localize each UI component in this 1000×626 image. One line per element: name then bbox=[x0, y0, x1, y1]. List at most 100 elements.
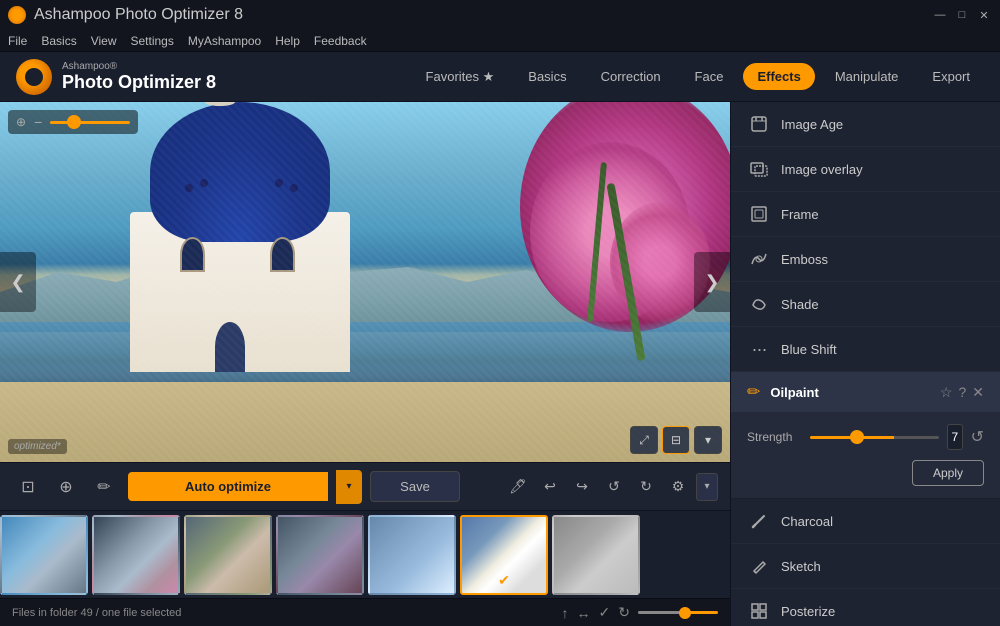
filmstrip-thumb-6[interactable]: ✔ bbox=[460, 515, 548, 595]
rotate-left-button[interactable]: ↺ bbox=[600, 473, 628, 501]
auto-optimize-dropdown[interactable]: ▾ bbox=[336, 470, 362, 504]
strength-slider[interactable] bbox=[810, 436, 939, 439]
status-check-icon[interactable]: ✓ bbox=[599, 604, 611, 621]
window-controls: — □ ✕ bbox=[932, 7, 992, 23]
brand-name-small: Ashampoo® bbox=[62, 61, 216, 72]
tab-face[interactable]: Face bbox=[681, 63, 738, 90]
close-button[interactable]: ✕ bbox=[976, 7, 992, 23]
effect-sketch[interactable]: Sketch bbox=[731, 544, 1000, 589]
posterize-icon bbox=[747, 599, 771, 623]
canvas-photo bbox=[0, 102, 730, 462]
statusbar: Files in folder 49 / one file selected ↑… bbox=[0, 598, 730, 626]
blue-shift-icon: ··· bbox=[747, 337, 771, 361]
header: Ashampoo® Photo Optimizer 8 Favorites ★ … bbox=[0, 52, 1000, 102]
menu-file[interactable]: File bbox=[8, 34, 27, 48]
brush-tool[interactable]: 🖊 bbox=[504, 473, 532, 501]
oilpaint-info-icon[interactable]: ? bbox=[958, 384, 966, 400]
maximize-button[interactable]: □ bbox=[954, 7, 970, 23]
redo-button[interactable]: ↪ bbox=[568, 473, 596, 501]
minimize-button[interactable]: — bbox=[932, 7, 948, 23]
main-layout: ⊕ − ❮ ❯ optimized* ⤢ ⊟ ▾ ⊡ ⊕ ✏ Auto opti… bbox=[0, 102, 1000, 626]
zoom-minus[interactable]: − bbox=[34, 114, 42, 130]
menu-view[interactable]: View bbox=[91, 34, 117, 48]
save-button[interactable]: Save bbox=[370, 471, 460, 502]
view-mode-button[interactable]: ⊟ bbox=[662, 426, 690, 454]
status-slider[interactable] bbox=[638, 611, 718, 614]
status-expand-icon[interactable]: ↔ bbox=[577, 605, 591, 621]
more-button[interactable]: ▾ bbox=[696, 473, 718, 501]
oilpaint-controls: Strength 7 ↺ Apply bbox=[731, 412, 1000, 498]
zoom-icon: ⊕ bbox=[16, 115, 26, 129]
tab-effects[interactable]: Effects bbox=[743, 63, 814, 90]
menu-basics[interactable]: Basics bbox=[41, 34, 76, 48]
add-button[interactable]: ⊕ bbox=[50, 471, 82, 503]
tool-icons: ⊡ ⊕ ✏ bbox=[12, 471, 120, 503]
effect-posterize[interactable]: Posterize bbox=[731, 589, 1000, 626]
brand-logo-inner bbox=[25, 68, 43, 86]
shade-icon bbox=[747, 292, 771, 316]
rotate-right-button[interactable]: ↻ bbox=[632, 473, 660, 501]
frame-label: Frame bbox=[781, 207, 819, 222]
emboss-icon bbox=[747, 247, 771, 271]
undo-button[interactable]: ↩ bbox=[536, 473, 564, 501]
effect-frame[interactable]: Frame bbox=[731, 192, 1000, 237]
charcoal-icon bbox=[747, 509, 771, 533]
active-check-icon: ✔ bbox=[498, 572, 510, 589]
view-options-button[interactable]: ▾ bbox=[694, 426, 722, 454]
filmstrip-thumb-7[interactable] bbox=[552, 515, 640, 595]
effect-image-overlay[interactable]: Image overlay bbox=[731, 147, 1000, 192]
filmstrip-thumb-4[interactable] bbox=[276, 515, 364, 595]
filmstrip-thumb-3[interactable] bbox=[184, 515, 272, 595]
shade-label: Shade bbox=[781, 297, 819, 312]
menu-help[interactable]: Help bbox=[275, 34, 300, 48]
strength-label: Strength bbox=[747, 430, 802, 444]
oilpaint-close-icon[interactable]: ✕ bbox=[972, 384, 984, 401]
canvas-nav-right-button[interactable]: ❯ bbox=[694, 252, 730, 312]
tab-basics[interactable]: Basics bbox=[514, 63, 580, 90]
tab-export[interactable]: Export bbox=[918, 63, 984, 90]
settings-tool[interactable]: ⚙ bbox=[664, 473, 692, 501]
zoom-slider[interactable] bbox=[50, 121, 130, 124]
strength-value: 7 bbox=[947, 424, 963, 450]
effect-image-age[interactable]: Image Age bbox=[731, 102, 1000, 147]
charcoal-label: Charcoal bbox=[781, 514, 833, 529]
menu-settings[interactable]: Settings bbox=[130, 34, 173, 48]
effect-charcoal[interactable]: Charcoal bbox=[731, 499, 1000, 544]
oilpaint-label: Oilpaint bbox=[770, 385, 930, 400]
menu-myashampoo[interactable]: MyAshampoo bbox=[188, 34, 261, 48]
oilpaint-header[interactable]: ✏ Oilpaint ☆ ? ✕ bbox=[731, 372, 1000, 412]
apply-button[interactable]: Apply bbox=[912, 460, 984, 486]
brand-text: Ashampoo® Photo Optimizer 8 bbox=[62, 61, 216, 93]
tab-manipulate[interactable]: Manipulate bbox=[821, 63, 913, 90]
canvas-zoom-control: ⊕ − bbox=[8, 110, 138, 134]
blue-shift-label: Blue Shift bbox=[781, 342, 837, 357]
effect-shade[interactable]: Shade bbox=[731, 282, 1000, 327]
oilpaint-favorite-icon[interactable]: ☆ bbox=[940, 384, 953, 401]
apply-row: Apply bbox=[747, 460, 984, 486]
right-tool-icons: 🖊 ↩ ↪ ↺ ↻ ⚙ ▾ bbox=[504, 473, 718, 501]
tab-favorites[interactable]: Favorites ★ bbox=[412, 63, 509, 91]
status-up-icon[interactable]: ↑ bbox=[562, 605, 569, 621]
effect-emboss[interactable]: Emboss bbox=[731, 237, 1000, 282]
canvas-area: ⊕ − ❮ ❯ optimized* ⤢ ⊟ ▾ bbox=[0, 102, 730, 462]
tab-correction[interactable]: Correction bbox=[587, 63, 675, 90]
filmstrip-thumb-2[interactable] bbox=[92, 515, 180, 595]
toolbar: ⊡ ⊕ ✏ Auto optimize ▾ Save 🖊 ↩ ↪ ↺ ↻ ⚙ ▾ bbox=[0, 462, 730, 510]
canvas-nav-left-button[interactable]: ❮ bbox=[0, 252, 36, 312]
strength-row: Strength 7 ↺ bbox=[747, 424, 984, 450]
filmstrip-thumb-1[interactable] bbox=[0, 515, 88, 595]
brand-logo-icon bbox=[16, 59, 52, 95]
filmstrip-thumb-5[interactable] bbox=[368, 515, 456, 595]
strength-reset-icon[interactable]: ↺ bbox=[971, 427, 984, 447]
status-tools: ↑ ↔ ✓ ↻ bbox=[562, 604, 718, 621]
fullscreen-button[interactable]: ⤢ bbox=[630, 426, 658, 454]
effect-blue-shift[interactable]: ··· Blue Shift bbox=[731, 327, 1000, 372]
sketch-icon bbox=[747, 554, 771, 578]
image-overlay-label: Image overlay bbox=[781, 162, 863, 177]
edit-button[interactable]: ✏ bbox=[88, 471, 120, 503]
status-refresh-icon[interactable]: ↻ bbox=[618, 604, 630, 621]
import-button[interactable]: ⊡ bbox=[12, 471, 44, 503]
image-age-label: Image Age bbox=[781, 117, 843, 132]
menu-feedback[interactable]: Feedback bbox=[314, 34, 367, 48]
auto-optimize-button[interactable]: Auto optimize bbox=[128, 472, 328, 501]
